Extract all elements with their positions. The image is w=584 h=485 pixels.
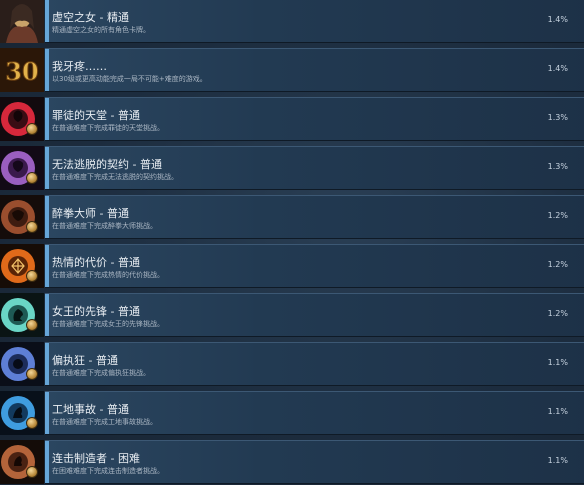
- achievement-row[interactable]: 连击制造者 - 困难 在困难难度下完成连击制造者挑战。 1.1%: [0, 439, 584, 485]
- row-accent: [45, 98, 49, 140]
- achievement-bar: 女王的先锋 - 普通 在普通难度下完成女王的先锋挑战。 1.2%: [45, 293, 584, 337]
- achievement-description: 在困难难度下完成连击制造者挑战。: [52, 467, 164, 475]
- achievement-row[interactable]: 罪徒的天堂 - 普通 在普通难度下完成罪徒的天堂挑战。 1.3%: [0, 96, 584, 142]
- achievement-icon: [0, 195, 44, 239]
- copper-disc-icon: [0, 440, 44, 484]
- row-accent: [45, 392, 49, 434]
- unlock-percentage: 1.4%: [547, 15, 568, 24]
- achievement-description: 在普通难度下完成工地事故挑战。: [52, 418, 157, 426]
- achievement-row[interactable]: 醉拳大师 - 普通 在普通难度下完成醉拳大师挑战。 1.2%: [0, 194, 584, 240]
- achievement-badge: [26, 417, 38, 429]
- achievement-title: 女王的先锋 - 普通: [52, 305, 140, 318]
- achievement-row[interactable]: 女王的先锋 - 普通 在普通难度下完成女王的先锋挑战。 1.2%: [0, 292, 584, 338]
- achievement-description: 精通虚空之女的所有角色卡牌。: [52, 26, 150, 34]
- achievement-icon: [0, 391, 44, 435]
- achievement-row[interactable]: 无法逃脱的契约 - 普通 在普通难度下完成无法逃脱的契约挑战。 1.3%: [0, 145, 584, 191]
- number-30-icon: 30: [0, 48, 44, 92]
- achievement-description: 以30级或更高动能完成一局不可能+难度的游戏。: [52, 75, 207, 83]
- achievement-bar: 热情的代价 - 普通 在普通难度下完成热情的代价挑战。 1.2%: [45, 244, 584, 288]
- unlock-percentage: 1.1%: [547, 456, 568, 465]
- teal-disc-icon: [0, 293, 44, 337]
- red-disc-icon: [0, 97, 44, 141]
- achievement-description: 在普通难度下完成醉拳大师挑战。: [52, 222, 157, 230]
- brown-disc-icon: [0, 195, 44, 239]
- achievement-icon: [0, 0, 44, 43]
- unlock-percentage: 1.2%: [547, 309, 568, 318]
- number-30-text: 30: [5, 57, 38, 86]
- achievement-title: 我牙疼……: [52, 60, 107, 73]
- achievement-badge: [26, 221, 38, 233]
- achievement-badge: [26, 270, 38, 282]
- achievement-description: 在普通难度下完成女王的先锋挑战。: [52, 320, 164, 328]
- achievement-icon: [0, 146, 44, 190]
- row-accent: [45, 196, 49, 238]
- achievement-bar: 罪徒的天堂 - 普通 在普通难度下完成罪徒的天堂挑战。 1.3%: [45, 97, 584, 141]
- achievement-title: 热情的代价 - 普通: [52, 256, 140, 269]
- achievement-bar: 醉拳大师 - 普通 在普通难度下完成醉拳大师挑战。 1.2%: [45, 195, 584, 239]
- achievement-title: 虚空之女 - 精通: [52, 11, 129, 24]
- achievement-list: 虚空之女 - 精通 精通虚空之女的所有角色卡牌。 1.4% 30 我牙疼…… 以…: [0, 0, 584, 485]
- achievement-description: 在普通难度下完成热情的代价挑战。: [52, 271, 164, 279]
- achievement-bar: 工地事故 - 普通 在普通难度下完成工地事故挑战。 1.1%: [45, 391, 584, 435]
- achievement-icon: [0, 244, 44, 288]
- achievement-icon: 30: [0, 48, 44, 92]
- achievement-title: 醉拳大师 - 普通: [52, 207, 129, 220]
- achievement-icon: [0, 293, 44, 337]
- achievement-row[interactable]: 虚空之女 - 精通 精通虚空之女的所有角色卡牌。 1.4%: [0, 0, 584, 44]
- achievement-title: 工地事故 - 普通: [52, 403, 129, 416]
- achievement-row[interactable]: 偏执狂 - 普通 在普通难度下完成偏执狂挑战。 1.1%: [0, 341, 584, 387]
- achievement-row[interactable]: 30 我牙疼…… 以30级或更高动能完成一局不可能+难度的游戏。 1.4%: [0, 47, 584, 93]
- row-accent: [45, 343, 49, 385]
- row-accent: [45, 245, 49, 287]
- achievement-bar: 连击制造者 - 困难 在困难难度下完成连击制造者挑战。 1.1%: [45, 440, 584, 484]
- achievement-badge: [26, 319, 38, 331]
- achievement-icon: [0, 97, 44, 141]
- row-accent: [45, 441, 49, 483]
- achievement-bar: 偏执狂 - 普通 在普通难度下完成偏执狂挑战。 1.1%: [45, 342, 584, 386]
- unlock-percentage: 1.2%: [547, 260, 568, 269]
- achievement-title: 偏执狂 - 普通: [52, 354, 118, 367]
- row-accent: [45, 147, 49, 189]
- achievement-title: 无法逃脱的契约 - 普通: [52, 158, 162, 171]
- unlock-percentage: 1.1%: [547, 358, 568, 367]
- achievement-row[interactable]: 工地事故 - 普通 在普通难度下完成工地事故挑战。 1.1%: [0, 390, 584, 436]
- unlock-percentage: 1.3%: [547, 162, 568, 171]
- achievement-badge: [26, 466, 38, 478]
- portrait-icon: [0, 0, 44, 43]
- achievement-bar: 无法逃脱的契约 - 普通 在普通难度下完成无法逃脱的契约挑战。 1.3%: [45, 146, 584, 190]
- unlock-percentage: 1.4%: [547, 64, 568, 73]
- purple-disc-icon: [0, 146, 44, 190]
- achievement-icon: [0, 440, 44, 484]
- achievement-badge: [26, 368, 38, 380]
- row-accent: [45, 49, 49, 91]
- achievement-description: 在普通难度下完成无法逃脱的契约挑战。: [52, 173, 178, 181]
- achievement-description: 在普通难度下完成偏执狂挑战。: [52, 369, 150, 377]
- row-accent: [45, 294, 49, 336]
- blue-disc-icon: [0, 342, 44, 386]
- sky-disc-icon: [0, 391, 44, 435]
- orange-disc-icon: [0, 244, 44, 288]
- achievement-badge: [26, 172, 38, 184]
- achievement-row[interactable]: 热情的代价 - 普通 在普通难度下完成热情的代价挑战。 1.2%: [0, 243, 584, 289]
- unlock-percentage: 1.2%: [547, 211, 568, 220]
- achievement-bar: 虚空之女 - 精通 精通虚空之女的所有角色卡牌。 1.4%: [45, 0, 584, 43]
- achievement-bar: 我牙疼…… 以30级或更高动能完成一局不可能+难度的游戏。 1.4%: [45, 48, 584, 92]
- achievement-description: 在普通难度下完成罪徒的天堂挑战。: [52, 124, 164, 132]
- achievement-badge: [26, 123, 38, 135]
- achievement-title: 连击制造者 - 困难: [52, 452, 140, 465]
- achievement-title: 罪徒的天堂 - 普通: [52, 109, 140, 122]
- row-accent: [45, 0, 49, 42]
- achievement-icon: [0, 342, 44, 386]
- unlock-percentage: 1.3%: [547, 113, 568, 122]
- unlock-percentage: 1.1%: [547, 407, 568, 416]
